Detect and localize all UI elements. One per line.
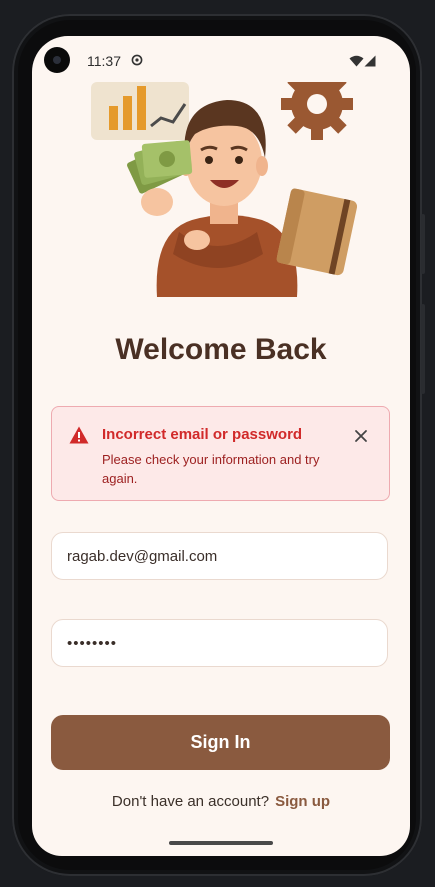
- chart-card-icon: [91, 82, 189, 140]
- password-field[interactable]: [51, 619, 388, 667]
- notification-icon: [131, 54, 143, 66]
- front-camera: [44, 47, 70, 73]
- wifi-icon: [349, 55, 364, 67]
- app-screen: 11:37 Welcome Back Incorrect email or pa…: [32, 36, 410, 856]
- sign-up-link[interactable]: Sign up: [275, 793, 330, 810]
- sign-in-button[interactable]: Sign In: [51, 715, 390, 770]
- volume-button: [421, 214, 425, 274]
- warning-icon: [69, 426, 89, 444]
- close-icon[interactable]: [352, 427, 370, 445]
- error-alert: Incorrect email or password Please check…: [51, 406, 390, 501]
- cash-icon: [127, 140, 193, 194]
- home-indicator[interactable]: [169, 841, 273, 845]
- power-button: [421, 304, 425, 394]
- alert-message: Please check your information and try ag…: [102, 452, 320, 486]
- status-time: 11:37: [87, 53, 121, 69]
- signup-prompt-text: Don't have an account?: [111, 793, 270, 810]
- alert-title: Incorrect email or password: [102, 426, 303, 443]
- status-bar: 11:37: [32, 36, 410, 84]
- page-title: Welcome Back: [115, 333, 327, 366]
- email-field[interactable]: [51, 532, 388, 580]
- cell-signal-icon: [364, 55, 376, 67]
- gear-icon: [281, 82, 353, 140]
- notebook-icon: [276, 188, 357, 276]
- signup-prompt: Don't have an account? Sign up: [32, 793, 410, 810]
- welcome-illustration: [91, 82, 357, 297]
